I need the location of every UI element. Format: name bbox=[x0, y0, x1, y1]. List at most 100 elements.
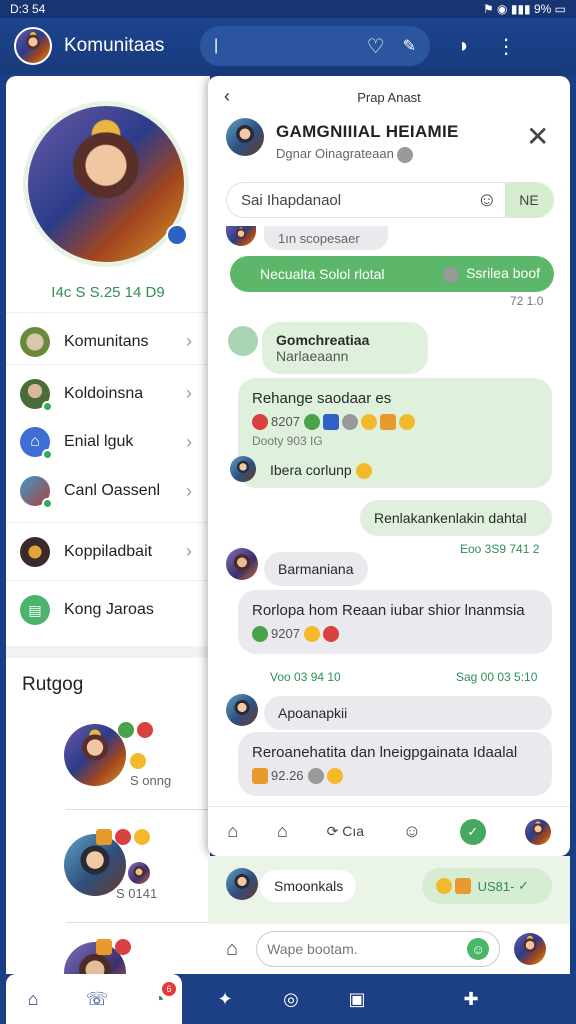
chevron-right-icon: › bbox=[186, 541, 192, 561]
message-avatar[interactable] bbox=[228, 326, 258, 356]
message-timestamp: 72 1.0 bbox=[510, 294, 544, 308]
shield-icon bbox=[20, 536, 50, 567]
feed-badges bbox=[96, 828, 153, 846]
status-bar: D:3 54 ⚑ ◉ ▮▮▮ 9% ▭ bbox=[0, 0, 576, 18]
search-value: | bbox=[214, 37, 219, 54]
heart-icon[interactable]: ♡ bbox=[367, 34, 385, 59]
confirm-button[interactable]: ✓ bbox=[459, 818, 486, 845]
message-text-right: Ssrilea boof bbox=[443, 265, 540, 283]
status-icons: ⚑ ◉ ▮▮▮ 9% ▭ bbox=[482, 2, 566, 16]
chat-search-input[interactable]: Sai Ihapdanaol ☺ NE bbox=[226, 182, 554, 218]
message-bubble: US81- ✓ bbox=[422, 868, 552, 904]
message-text: Narlaeaann bbox=[276, 348, 349, 364]
menu-label: Kong Jaroas bbox=[64, 600, 154, 618]
message-text: Ibera corlunp bbox=[270, 462, 375, 480]
nav-search[interactable]: ◎ bbox=[270, 980, 312, 1018]
chat-header-label: Prap Anast bbox=[357, 90, 421, 105]
app-avatar[interactable] bbox=[14, 27, 52, 65]
bookmark-icon[interactable]: ◗ bbox=[458, 35, 470, 58]
menu-item-kong[interactable]: ▤ Kong Jaroas bbox=[6, 580, 210, 638]
menu-label: Canl Oassenl bbox=[64, 482, 161, 499]
search-icon: ◎ bbox=[283, 988, 299, 1009]
house-icon[interactable]: ⌂ bbox=[277, 821, 288, 842]
mail-icon: ⌂ bbox=[20, 427, 53, 460]
menu-item-komunitans[interactable]: Komunitans › bbox=[6, 312, 210, 370]
menu-label: Koldoinsna bbox=[64, 384, 144, 402]
message-sender: Gomchreatiaa bbox=[276, 332, 370, 348]
folder-icon: ▣ bbox=[348, 988, 366, 1009]
message-text: Necualta Solol rlotal bbox=[260, 266, 385, 282]
chat-avatar[interactable] bbox=[226, 118, 264, 156]
menu-item-koppiladbait[interactable]: Koppiladbait › bbox=[6, 522, 210, 580]
profile-avatar[interactable] bbox=[23, 101, 189, 267]
chevron-right-icon: › bbox=[186, 383, 192, 403]
composer-bar: ⌂ Wape bootam. ☺ bbox=[208, 924, 570, 974]
message-bubble: Gomchreatiaa Narlaeaann bbox=[262, 322, 428, 374]
home-icon[interactable]: ⌂ bbox=[227, 821, 238, 842]
emoji-row: 92.26 bbox=[252, 767, 346, 785]
message-avatar[interactable] bbox=[226, 868, 258, 900]
message-text: Reroanehatita dan lneigpgainata Idaalal bbox=[252, 743, 518, 761]
smiley-icon[interactable]: ☺ bbox=[477, 189, 497, 212]
chat-subtitle-text: Dgnar Oinagrateaan bbox=[276, 146, 394, 161]
feed-avatar[interactable] bbox=[64, 724, 126, 786]
message-text: Rorlopa hom Reaan iubar shior lnanmsia bbox=[252, 601, 525, 619]
nav-badge: 6 bbox=[162, 982, 176, 996]
chat-search-placeholder: Sai Ihapdanaol bbox=[241, 191, 342, 209]
bottom-chat: Smoonkals US81- ✓ ⌂ Wape bootam. ☺ bbox=[208, 856, 570, 974]
chat-toolbar: ⌂ ⌂ ⟳ Cıa ☺ ✓ bbox=[208, 806, 570, 856]
message-avatar[interactable] bbox=[226, 694, 258, 726]
bottom-nav: ⌂ ☏ ◔ 6 ✦ ◎ ▣ ✚ bbox=[0, 974, 576, 1024]
user-avatar[interactable] bbox=[524, 818, 551, 845]
group-icon bbox=[20, 476, 53, 509]
profile-panel: I4c S S.25 14 D9 Komunitans › Koldoinsna… bbox=[6, 76, 210, 976]
message-input[interactable]: Wape bootam. ☺ bbox=[256, 931, 501, 967]
menu-item-canl[interactable]: Canl Oassenl › bbox=[6, 462, 210, 520]
verified-icon bbox=[166, 224, 188, 246]
nav-home[interactable]: ⌂ bbox=[12, 980, 54, 1018]
message-sender: Barmaniana bbox=[264, 552, 368, 586]
message-avatar[interactable] bbox=[226, 226, 256, 246]
nav-pin[interactable]: ✦ bbox=[204, 980, 246, 1018]
search-input[interactable]: | ♡ ✎ bbox=[200, 26, 430, 66]
home-icon[interactable]: ⌂ bbox=[226, 938, 238, 961]
app-bar: Komunitaas | ♡ ✎ ◗ ⋮ bbox=[0, 18, 576, 74]
nav-chats[interactable]: ◔ 6 bbox=[138, 980, 180, 1018]
emoji-icon bbox=[130, 752, 149, 770]
menu-label: Koppiladbait bbox=[64, 542, 153, 560]
pin-icon: ✦ bbox=[217, 988, 233, 1009]
edit-icon[interactable]: ✎ bbox=[403, 36, 416, 56]
community-icon bbox=[20, 326, 50, 357]
emoji-row: 8207 bbox=[252, 413, 418, 431]
more-icon[interactable]: ⋮ bbox=[496, 34, 516, 59]
search-submit-button[interactable]: NE bbox=[505, 183, 553, 217]
close-icon[interactable]: ✕ bbox=[526, 120, 549, 153]
message-bubble: Reroanehatita dan lneigpgainata Idaalal … bbox=[238, 732, 552, 796]
message-avatar[interactable] bbox=[230, 456, 256, 482]
emoji-icon[interactable]: ☺ bbox=[403, 821, 421, 842]
document-icon: ▤ bbox=[20, 594, 50, 625]
message-bubble: Necualta Solol rlotal Ssrilea boof bbox=[230, 256, 554, 292]
nav-files[interactable]: ▣ bbox=[336, 980, 378, 1018]
message-timestamp: Voo 03 94 10 bbox=[270, 670, 341, 684]
status-time: D:3 54 bbox=[10, 2, 46, 16]
message-meta: Dooty 903 IG bbox=[252, 434, 323, 449]
message-sender: Apoanapkii bbox=[264, 696, 552, 730]
puzzle-icon: ✚ bbox=[463, 988, 479, 1009]
online-indicator bbox=[42, 449, 53, 460]
menu-label: Komunitans bbox=[64, 332, 149, 350]
message-sender: Smoonkals bbox=[260, 870, 356, 902]
chat-title: GAMGNIIIAL HEIAMIE bbox=[276, 122, 459, 141]
feed-label: S onng bbox=[130, 773, 172, 788]
message-avatar[interactable] bbox=[226, 548, 258, 580]
message-input-placeholder: Wape bootam. bbox=[267, 941, 358, 957]
message-bubble: 1ın scopesaer bbox=[264, 226, 388, 250]
message-timestamp: Eoo 3S9 741 2 bbox=[460, 542, 540, 556]
user-avatar[interactable] bbox=[514, 933, 547, 965]
refresh-icon[interactable]: ⟳ Cıa bbox=[327, 823, 364, 840]
emoji-row: 9207 bbox=[252, 625, 342, 643]
nav-settings[interactable]: ✚ bbox=[450, 980, 492, 1018]
smiley-icon[interactable]: ☺ bbox=[467, 938, 490, 960]
nav-calls[interactable]: ☏ bbox=[76, 980, 118, 1018]
menu-label: Enial lguk bbox=[64, 433, 134, 450]
